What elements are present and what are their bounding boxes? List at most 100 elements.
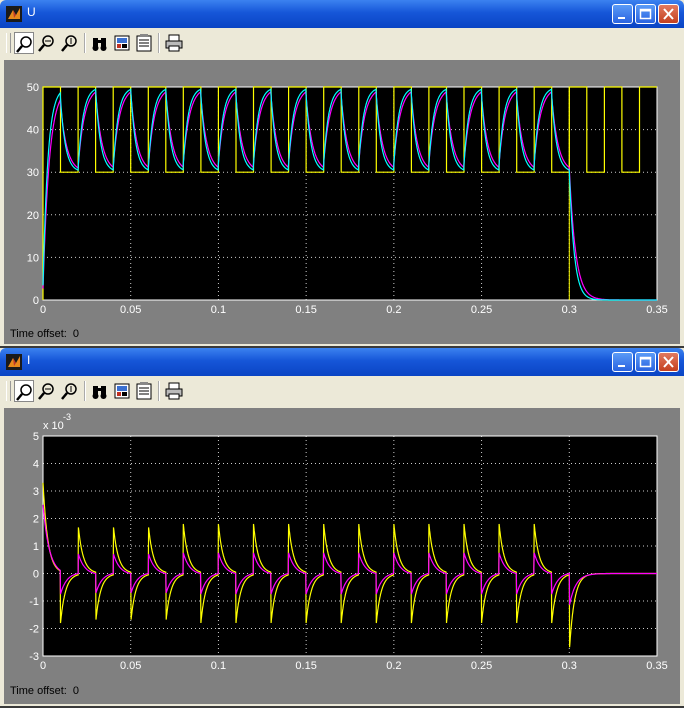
maximize-icon [639, 356, 652, 368]
parameters-icon [136, 382, 152, 400]
print-button[interactable] [164, 32, 184, 54]
autoscale-button[interactable] [90, 380, 110, 402]
scope-window-i: I 0 0.05 0.1 0.15 0.2 0.25 0.3 0.35 -3 -… [0, 348, 684, 706]
save-axes-icon [114, 383, 130, 399]
zoom-icon [16, 36, 32, 53]
maximize-icon [639, 8, 652, 20]
close-icon [663, 8, 674, 20]
axes-background [43, 87, 657, 300]
toolbar-separator [84, 33, 86, 53]
save-axes-icon [114, 35, 130, 51]
zoom-x-icon [38, 383, 54, 400]
title-bar[interactable]: U [0, 0, 684, 28]
x-tick-label: 0.1 [211, 660, 226, 672]
x-tick-label: 0 [40, 660, 46, 672]
x-tick-label: 0.25 [471, 660, 492, 672]
scope-toolbar [4, 30, 680, 58]
zoom-y-icon [61, 35, 77, 52]
time-offset-value: 0 [72, 328, 79, 340]
time-offset: Time offset: 0 [10, 328, 79, 340]
x-tick-label: 0.05 [120, 304, 141, 316]
x-tick-label: 0.2 [386, 304, 401, 316]
close-icon [663, 356, 674, 368]
x-tick-label: 0.15 [295, 304, 316, 316]
y-tick-label: 50 [27, 82, 39, 94]
parameters-button[interactable] [134, 32, 154, 54]
parameters-button[interactable] [134, 380, 154, 402]
zoom-icon [16, 384, 32, 401]
y-tick-label: 0 [33, 569, 39, 581]
title-bar[interactable]: I [0, 348, 684, 376]
zoom-x-icon [38, 35, 54, 52]
close-button[interactable] [658, 352, 679, 372]
zoom-x-button[interactable] [37, 32, 57, 54]
y-tick-label: 10 [27, 252, 39, 264]
window-title: U [27, 5, 36, 19]
y-tick-label: -3 [29, 651, 39, 663]
save-axes-button[interactable] [112, 380, 132, 402]
exponent-power: -3 [63, 412, 71, 422]
x-tick-label: 0.3 [562, 660, 577, 672]
y-tick-label: 5 [33, 431, 39, 443]
minimize-button[interactable] [612, 352, 633, 372]
autoscale-icon [92, 38, 107, 51]
y-tick-label: 0 [33, 295, 39, 307]
autoscale-icon [92, 386, 107, 399]
y-tick-label: 4 [33, 459, 39, 471]
x-tick-label: 0.2 [386, 660, 401, 672]
toolbar-grip [6, 381, 11, 401]
y-tick-label: 1 [33, 541, 39, 553]
zoom-y-button[interactable] [60, 32, 80, 54]
y-tick-label: 20 [27, 210, 39, 222]
y-tick-label: 30 [27, 167, 39, 179]
x-tick-label: 0.35 [646, 304, 667, 316]
toolbar-separator [84, 381, 86, 401]
zoom-button[interactable] [14, 32, 34, 54]
plot-area: 0 0.05 0.1 0.15 0.2 0.25 0.3 0.35 -3 -2 -1 0 1 2 3 4 5 x … [4, 408, 680, 704]
matlab-icon [6, 6, 22, 22]
maximize-button[interactable] [635, 4, 656, 24]
y-tick-label: 2 [33, 514, 39, 526]
time-offset-label: Time offset: [10, 328, 67, 340]
scope-window-u: U 0 0.05 0.1 0.15 0.2 0.25 0.3 0.35 0 10… [0, 0, 684, 346]
minimize-icon [618, 365, 625, 367]
scope-toolbar [4, 378, 680, 406]
toolbar-grip [6, 33, 11, 53]
exponent-label: x 10 [43, 420, 64, 432]
y-tick-label: -2 [29, 624, 39, 636]
print-button[interactable] [164, 380, 184, 402]
zoom-x-button[interactable] [37, 380, 57, 402]
scope-plot-u[interactable]: 0 0.05 0.1 0.15 0.2 0.25 0.3 0.35 0 10 20 30 40 50 [4, 60, 680, 344]
minimize-button[interactable] [612, 4, 633, 24]
close-button[interactable] [658, 4, 679, 24]
x-tick-label: 0.15 [295, 660, 316, 672]
time-offset-value: 0 [72, 685, 79, 697]
zoom-button[interactable] [14, 380, 34, 402]
toolbar-separator [158, 33, 160, 53]
y-tick-label: 40 [27, 125, 39, 137]
minimize-icon [618, 17, 625, 19]
x-tick-label: 0.35 [646, 660, 667, 672]
save-axes-button[interactable] [112, 32, 132, 54]
print-icon [165, 382, 183, 400]
y-tick-label: 3 [33, 486, 39, 498]
time-offset-label: Time offset: [10, 685, 67, 697]
plot-area: 0 0.05 0.1 0.15 0.2 0.25 0.3 0.35 0 10 20 30 40 50 Ti… [4, 60, 680, 344]
x-tick-label: 0.25 [471, 304, 492, 316]
scope-plot-i[interactable]: 0 0.05 0.1 0.15 0.2 0.25 0.3 0.35 -3 -2 -1 0 1 2 3 4 5 x … [4, 408, 680, 704]
autoscale-button[interactable] [90, 32, 110, 54]
matlab-icon [6, 354, 22, 370]
zoom-y-button[interactable] [60, 380, 80, 402]
x-tick-label: 0.05 [120, 660, 141, 672]
parameters-icon [136, 34, 152, 52]
x-tick-label: 0.1 [211, 304, 226, 316]
toolbar-separator [158, 381, 160, 401]
print-icon [165, 34, 183, 52]
maximize-button[interactable] [635, 352, 656, 372]
y-tick-label: -1 [29, 596, 39, 608]
time-offset: Time offset: 0 [10, 685, 79, 697]
window-title: I [27, 353, 31, 367]
x-tick-label: 0.3 [562, 304, 577, 316]
zoom-y-icon [61, 383, 77, 400]
x-tick-label: 0 [40, 304, 46, 316]
